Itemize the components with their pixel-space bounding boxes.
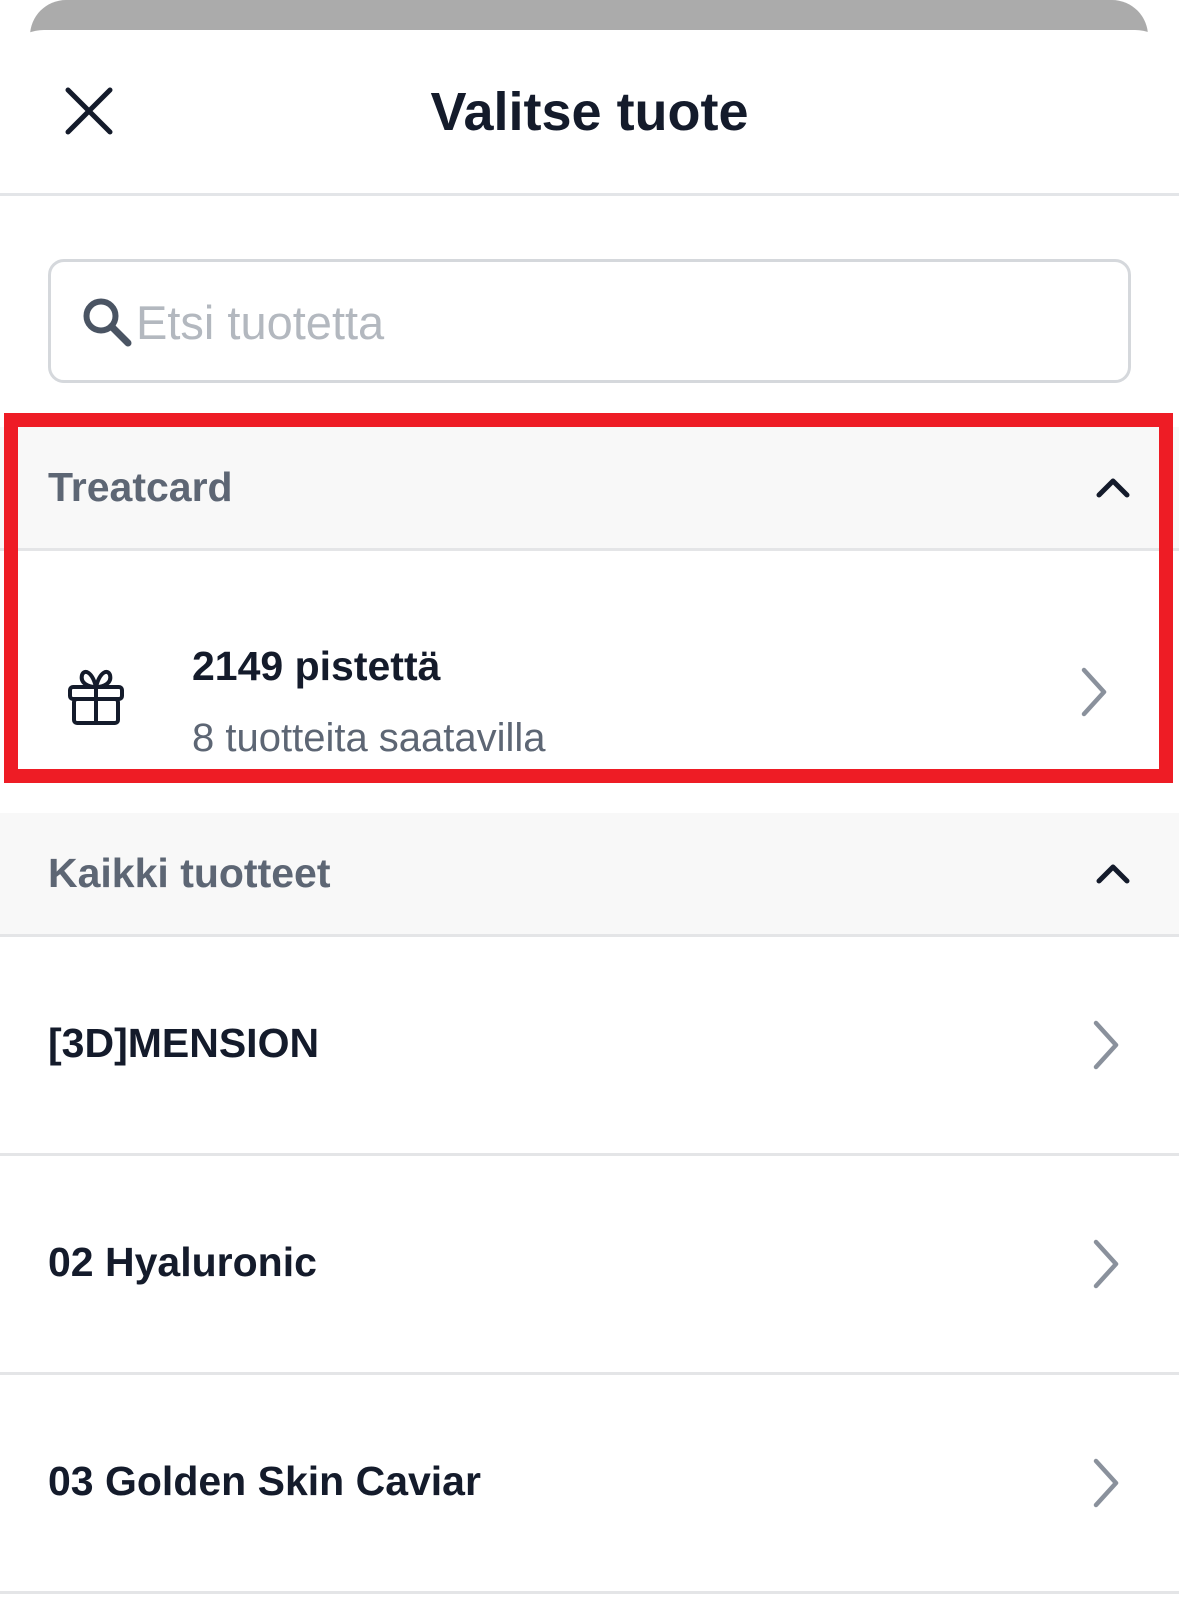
list-item[interactable]: [3D]MENSION [0, 937, 1179, 1156]
sheet-header: Valitse tuote [0, 30, 1179, 196]
list-item[interactable]: 03 Golden Skin Caviar [0, 1375, 1179, 1594]
section-header-treatcard[interactable]: Treatcard [0, 427, 1179, 551]
list-item-label: 02 Hyaluronic [48, 1239, 317, 1285]
section-title-treatcard: Treatcard [48, 464, 233, 510]
chevron-right-icon [1093, 1020, 1119, 1070]
list-item-label: 03 Golden Skin Caviar [48, 1458, 481, 1504]
chevron-up-icon[interactable] [1093, 467, 1133, 507]
chevron-right-icon [1093, 1458, 1119, 1508]
search-box[interactable] [48, 259, 1131, 383]
treatcard-available-count: 8 tuotteita saatavilla [192, 716, 546, 760]
chevron-right-icon [1081, 667, 1107, 717]
chevron-right-icon [1093, 1239, 1119, 1289]
treatcard-points-item[interactable]: 2149 pistettä 8 tuotteita saatavilla [0, 570, 1179, 812]
page-title: Valitse tuote [430, 82, 749, 142]
gift-icon [68, 669, 124, 725]
list-item[interactable]: 02 Hyaluronic [0, 1156, 1179, 1375]
section-header-all-products[interactable]: Kaikki tuotteet [0, 813, 1179, 937]
treatcard-points: 2149 pistettä [192, 643, 441, 689]
search-input[interactable] [136, 282, 1096, 362]
chevron-up-icon[interactable] [1093, 853, 1133, 893]
search-icon [83, 298, 132, 347]
section-title-all-products: Kaikki tuotteet [48, 850, 331, 896]
bottom-sheet: Valitse tuote Treatcard 2149 pistettä 8 … [0, 30, 1179, 1621]
list-item-label: [3D]MENSION [48, 1020, 320, 1066]
